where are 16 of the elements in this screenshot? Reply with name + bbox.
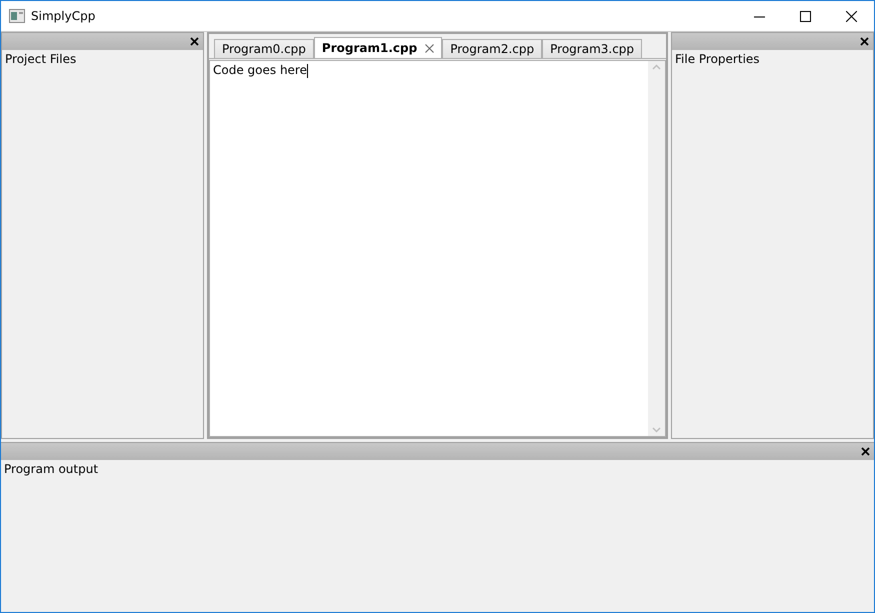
panel-title: File Properties [674, 51, 761, 68]
panel-title: Project Files [4, 51, 78, 68]
panel-title: Program output [3, 461, 100, 478]
close-icon[interactable] [860, 37, 869, 46]
file-tab[interactable]: Program0.cpp [214, 39, 314, 58]
file-tab[interactable]: Program1.cpp [314, 37, 442, 58]
window-title: SimplyCpp [31, 9, 96, 23]
close-icon[interactable] [861, 447, 870, 456]
code-editor[interactable]: Code goes here [209, 60, 666, 437]
code-text: Code goes here [212, 62, 309, 80]
file-tab[interactable]: Program3.cpp [542, 39, 642, 58]
maximize-icon[interactable] [800, 10, 810, 22]
close-icon[interactable] [190, 37, 199, 46]
file-tab[interactable]: Program2.cpp [442, 39, 542, 58]
close-icon[interactable] [846, 10, 856, 22]
app-icon [9, 9, 25, 23]
